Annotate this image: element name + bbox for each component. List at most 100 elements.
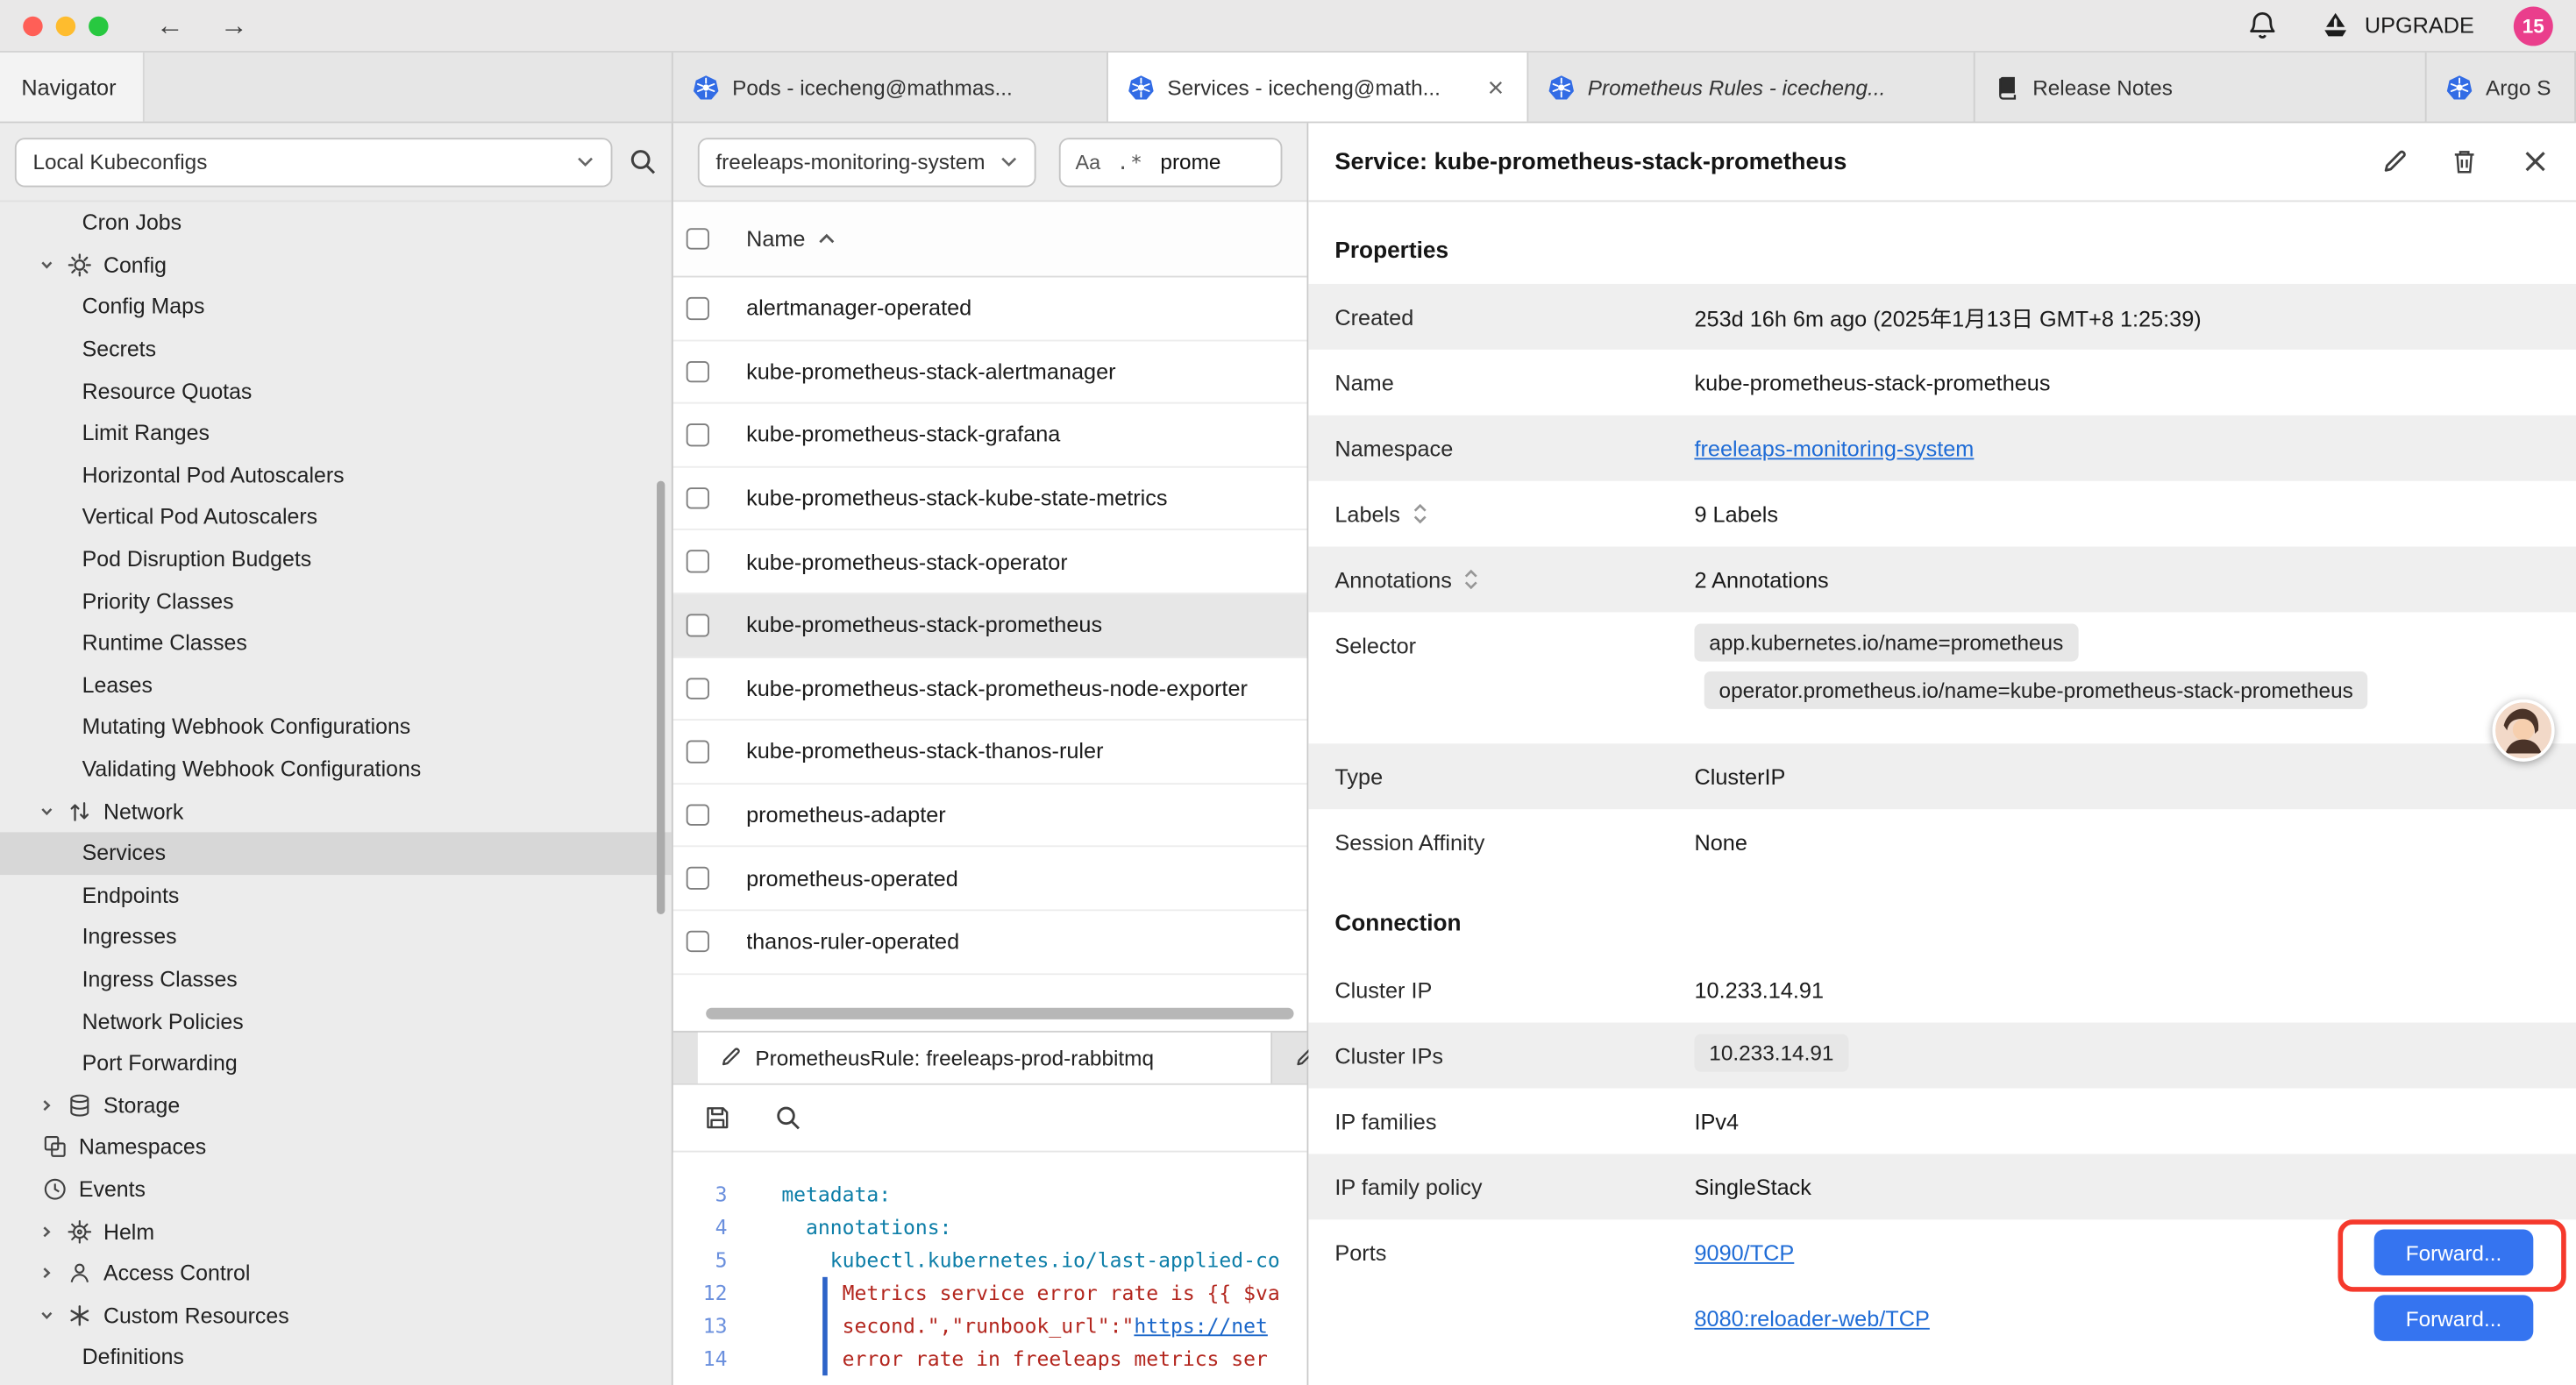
sidebar-item-limit-ranges[interactable]: Limit Ranges (0, 412, 672, 454)
sidebar-item-custom-resources[interactable]: Custom Resources (0, 1294, 672, 1336)
table-row-kube-prometheus-stack-alertmanager[interactable]: kube-prometheus-stack-alertmanager (673, 341, 1307, 404)
row-checkbox[interactable] (687, 360, 708, 382)
row-checkbox[interactable] (687, 550, 708, 572)
upgrade-button[interactable]: UPGRADE (2320, 11, 2474, 39)
row-checkbox[interactable] (687, 487, 708, 509)
sidebar-item-storage[interactable]: Storage (0, 1084, 672, 1126)
row-checkbox[interactable] (687, 678, 708, 700)
table-row-kube-prometheus-stack-prometheus-node-exporter[interactable]: kube-prometheus-stack-prometheus-node-ex… (673, 657, 1307, 721)
column-header-name[interactable]: Name (746, 226, 805, 251)
table-row-kube-prometheus-stack-prometheus[interactable]: kube-prometheus-stack-prometheus (673, 594, 1307, 657)
sidebar-item-secrets[interactable]: Secrets (0, 328, 672, 370)
editor-search-icon[interactable] (775, 1104, 801, 1130)
tab-services-icecheng-math[interactable]: Services - icecheng@math...× (1108, 53, 1528, 122)
match-case-toggle[interactable]: Aa (1076, 150, 1101, 173)
tab-argo-s[interactable]: Argo S (2427, 53, 2576, 122)
sidebar-search-icon[interactable] (629, 148, 657, 176)
sidebar-scrollbar[interactable] (657, 481, 665, 914)
table-row-prometheus-adapter[interactable]: prometheus-adapter (673, 785, 1307, 848)
sidebar-item-mutating-webhook-configurations[interactable]: Mutating Webhook Configurations (0, 706, 672, 748)
sidebar-item-cron-jobs[interactable]: Cron Jobs (0, 202, 672, 244)
sidebar-item-horizontal-pod-autoscalers[interactable]: Horizontal Pod Autoscalers (0, 454, 672, 496)
sidebar-item-pod-disruption-budgets[interactable]: Pod Disruption Budgets (0, 538, 672, 580)
sidebar-item-endpoints[interactable]: Endpoints (0, 874, 672, 916)
table-row-kube-prometheus-stack-operator[interactable]: kube-prometheus-stack-operator (673, 531, 1307, 594)
zoom-window-button[interactable] (89, 16, 108, 35)
user-avatar[interactable] (2493, 700, 2555, 762)
navigator-tab[interactable]: Navigator (0, 53, 145, 122)
service-name: kube-prometheus-stack-prometheus (746, 613, 1102, 637)
row-checkbox[interactable] (687, 741, 708, 763)
editor-line-3: 3metadata: (673, 1178, 1307, 1211)
select-all-checkbox[interactable] (687, 228, 708, 250)
service-name: kube-prometheus-stack-alertmanager (746, 359, 1116, 384)
table-row-kube-prometheus-stack-grafana[interactable]: kube-prometheus-stack-grafana (673, 404, 1307, 467)
table-row-kube-prometheus-stack-kube-state-metrics[interactable]: kube-prometheus-stack-kube-state-metrics (673, 467, 1307, 530)
kubeconfig-select[interactable]: Local Kubeconfigs (15, 137, 613, 186)
sidebar-item-config-maps[interactable]: Config Maps (0, 286, 672, 328)
sidebar-item-services[interactable]: Services (0, 832, 672, 874)
sidebar-item-validating-webhook-configurations[interactable]: Validating Webhook Configurations (0, 748, 672, 790)
expand-collapse-icon[interactable] (1412, 502, 1428, 525)
sidebar-item-config[interactable]: Config (0, 244, 672, 286)
sidebar-item-priority-classes[interactable]: Priority Classes (0, 580, 672, 622)
forward-button[interactable]: Forward... (2374, 1295, 2534, 1340)
port-link[interactable]: 8080:reloader-web/TCP (1694, 1306, 1929, 1331)
sidebar-item-ingresses[interactable]: Ingresses (0, 916, 672, 958)
tab-bar: Pods - icecheng@mathmas...Services - ice… (673, 53, 2576, 122)
tab-release-notes[interactable]: Release Notes (1975, 53, 2427, 122)
tab-prometheus-rules-icecheng[interactable]: Prometheus Rules - icecheng... (1528, 53, 1975, 122)
sidebar-item-port-forwarding[interactable]: Port Forwarding (0, 1042, 672, 1084)
sidebar-item-network[interactable]: Network (0, 790, 672, 832)
horizontal-scrollbar[interactable] (706, 1007, 1293, 1019)
sort-ascending-icon (817, 233, 836, 245)
yaml-editor[interactable]: 3metadata:4 annotations:5 kubectl.kubern… (673, 1152, 1307, 1385)
sidebar-item-ingress-classes[interactable]: Ingress Classes (0, 958, 672, 1000)
tab-pods-icecheng-mathmas[interactable]: Pods - icecheng@mathmas... (673, 53, 1108, 122)
tab-close-icon[interactable]: × (1484, 73, 1507, 101)
detail-header: Service: kube-prometheus-stack-prometheu… (1308, 123, 2576, 202)
expand-collapse-icon[interactable] (1463, 568, 1480, 591)
save-icon[interactable] (704, 1104, 730, 1130)
regex-toggle[interactable]: .* (1117, 150, 1144, 173)
sidebar-item-definitions[interactable]: Definitions (0, 1336, 672, 1378)
row-checkbox[interactable] (687, 424, 708, 446)
port-link[interactable]: 9090/TCP (1694, 1240, 1794, 1265)
table-row-alertmanager-operated[interactable]: alertmanager-operated (673, 277, 1307, 340)
table-row-prometheus-operated[interactable]: prometheus-operated (673, 848, 1307, 911)
row-checkbox[interactable] (687, 297, 708, 319)
namespace-select[interactable]: freeleaps-monitoring-system (698, 137, 1036, 186)
sidebar-item-network-policies[interactable]: Network Policies (0, 1000, 672, 1042)
sidebar-item-namespaces[interactable]: Namespaces (0, 1126, 672, 1168)
sidebar-item-helm[interactable]: Helm (0, 1211, 672, 1253)
sidebar-item-vertical-pod-autoscalers[interactable]: Vertical Pod Autoscalers (0, 496, 672, 538)
row-checkbox[interactable] (687, 931, 708, 953)
minimize-window-button[interactable] (56, 16, 75, 35)
sidebar-item-resource-quotas[interactable]: Resource Quotas (0, 370, 672, 412)
resource-search-input[interactable]: Aa .* prome (1059, 137, 1283, 186)
notifications-bell-icon[interactable] (2248, 10, 2278, 41)
value-chip: operator.prometheus.io/name=kube-prometh… (1704, 671, 2368, 709)
app-window: ← → UPGRADE 15 Navigator Pods - icecheng… (0, 0, 2576, 1385)
sidebar-item-events[interactable]: Events (0, 1168, 672, 1211)
back-button[interactable]: ← (156, 11, 184, 39)
sidebar-item-label: Runtime Classes (82, 630, 247, 655)
close-window-button[interactable] (23, 16, 42, 35)
close-icon[interactable]: × (2521, 145, 2550, 179)
notification-count-badge[interactable]: 15 (2514, 6, 2553, 46)
sidebar-item-leases[interactable]: Leases (0, 664, 672, 706)
table-row-kube-prometheus-stack-thanos-ruler[interactable]: kube-prometheus-stack-thanos-ruler (673, 721, 1307, 784)
tab-strip: Navigator Pods - icecheng@mathmas...Serv… (0, 53, 2576, 124)
editor-tab-prometheusrule[interactable]: PrometheusRule: freeleaps-prod-rabbitmq (698, 1032, 1272, 1083)
delete-icon[interactable] (2451, 148, 2478, 176)
sidebar-item-runtime-classes[interactable]: Runtime Classes (0, 622, 672, 664)
row-checkbox[interactable] (687, 867, 708, 889)
forward-button[interactable]: Forward... (2374, 1230, 2534, 1275)
table-row-thanos-ruler-operated[interactable]: thanos-ruler-operated (673, 911, 1307, 974)
namespace-link[interactable]: freeleaps-monitoring-system (1694, 436, 1974, 460)
row-checkbox[interactable] (687, 614, 708, 636)
sidebar-item-access-control[interactable]: Access Control (0, 1252, 672, 1294)
forward-nav-button[interactable]: → (220, 11, 248, 39)
row-checkbox[interactable] (687, 804, 708, 826)
edit-icon[interactable] (2381, 148, 2409, 176)
